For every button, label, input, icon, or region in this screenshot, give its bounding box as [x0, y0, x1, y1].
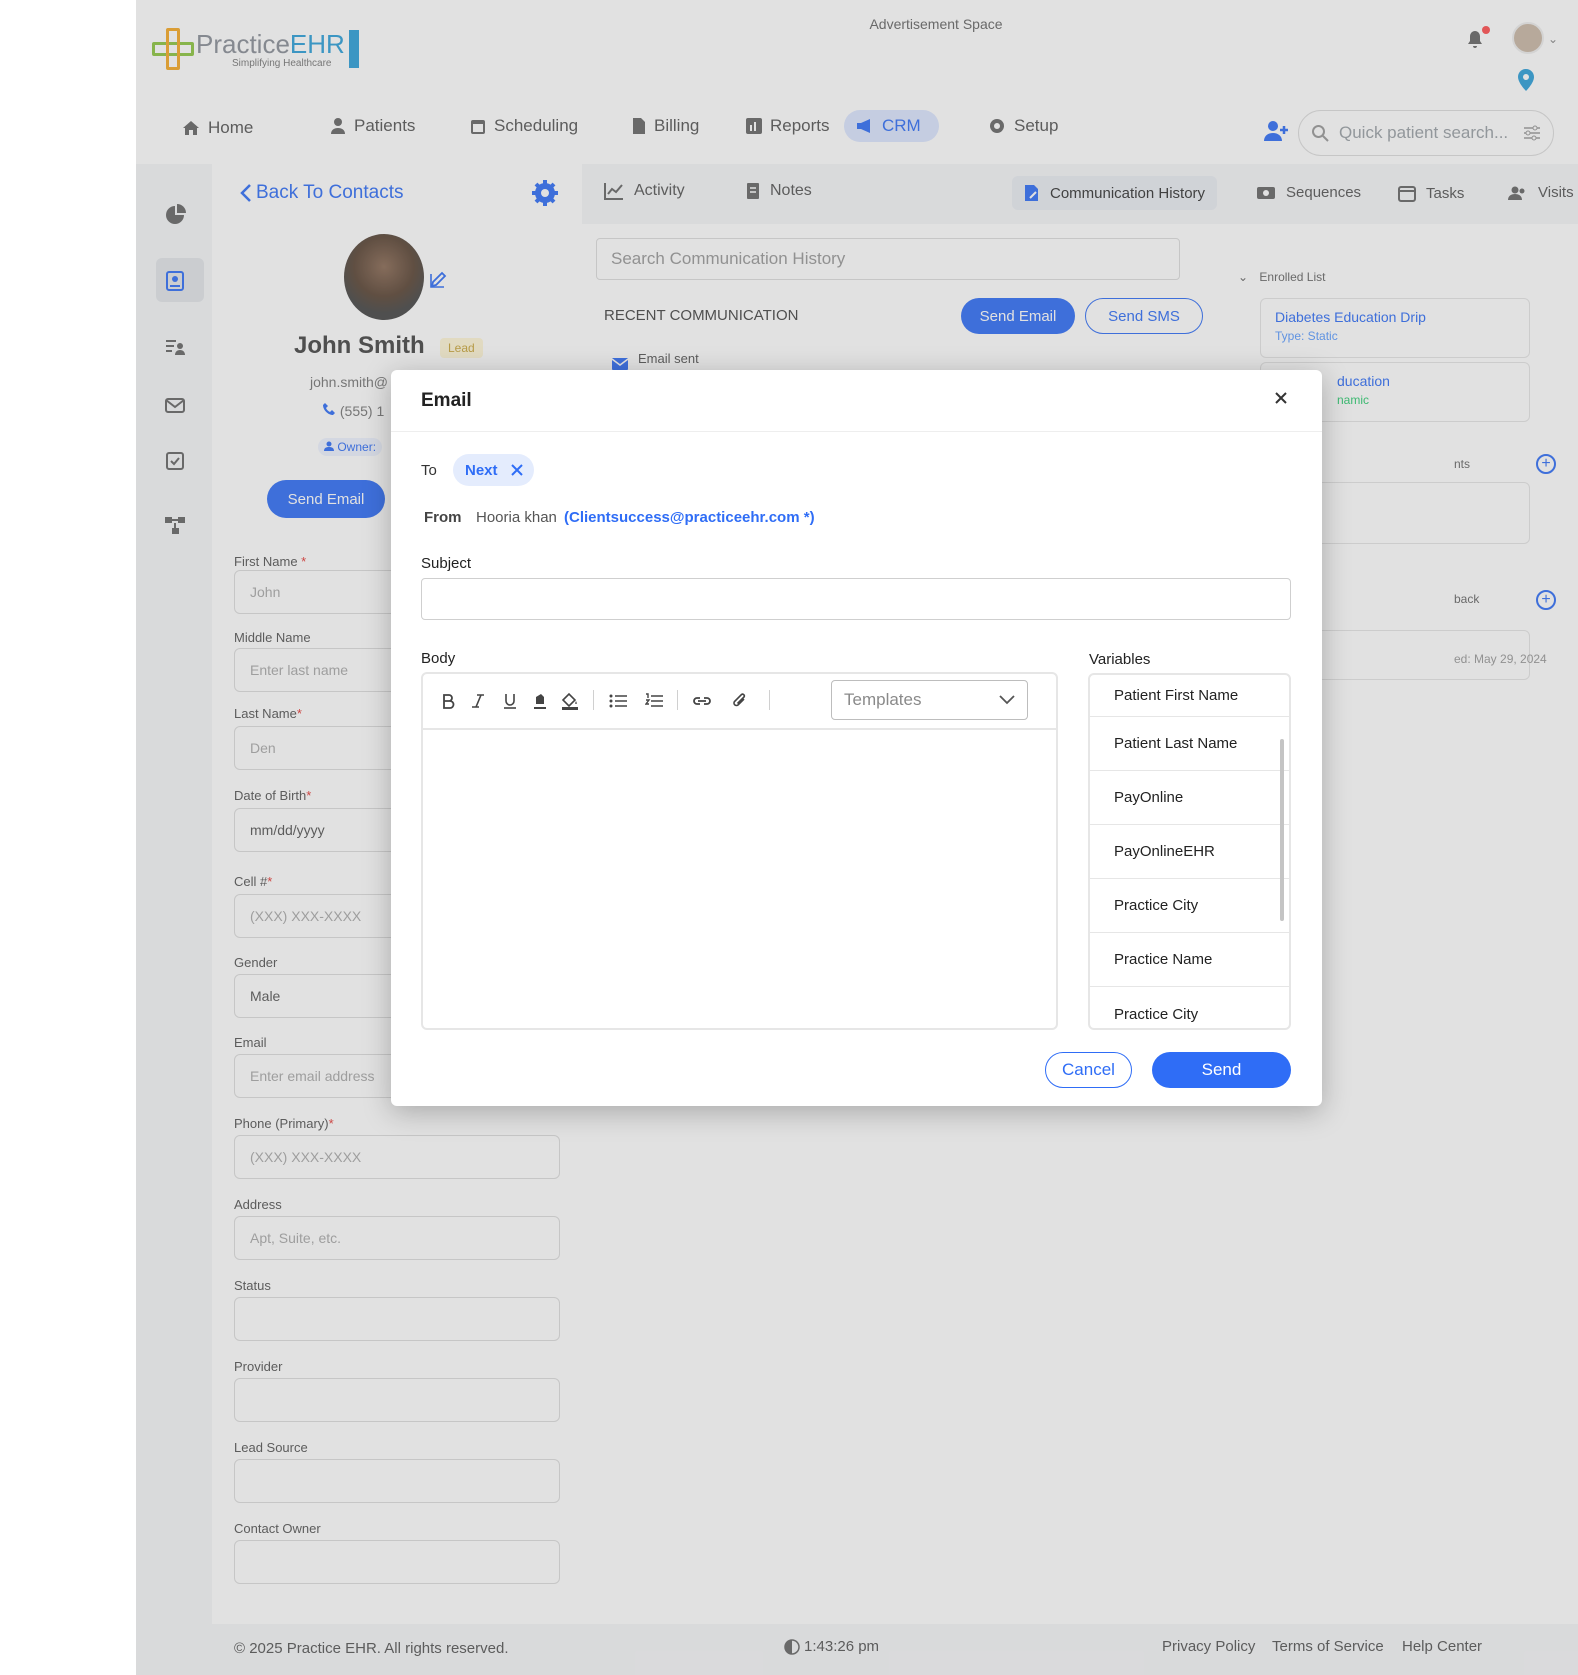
body-label: Body	[421, 650, 456, 667]
to-label: To	[421, 462, 437, 479]
body-editor: Templates	[421, 672, 1058, 1030]
close-icon[interactable]	[1271, 388, 1291, 408]
variable-item[interactable]: Practice City	[1090, 879, 1289, 933]
from-email: (Clientsuccess@practiceehr.com *)	[564, 509, 815, 526]
variable-item[interactable]: Patient First Name	[1090, 675, 1289, 717]
toolbar-divider	[677, 690, 678, 710]
variables-scrollbar[interactable]	[1280, 739, 1284, 921]
variable-item[interactable]: Practice City	[1090, 987, 1289, 1028]
italic-icon[interactable]	[467, 690, 489, 712]
variable-item[interactable]: PayOnlineEHR	[1090, 825, 1289, 879]
variables-label: Variables	[1089, 651, 1151, 668]
editor-toolbar: Templates	[423, 674, 1056, 730]
variable-item[interactable]: PayOnline	[1090, 771, 1289, 825]
bold-icon[interactable]	[437, 690, 459, 712]
from-label: From	[424, 509, 462, 526]
remove-recipient-icon[interactable]	[510, 463, 524, 477]
recipient-chip-label: Next	[465, 461, 498, 479]
variable-item[interactable]: Practice Name	[1090, 933, 1289, 987]
modal-header: Email	[391, 370, 1322, 432]
email-modal: Email To Next From Hooria khan (Clientsu…	[391, 370, 1322, 1106]
toolbar-divider	[593, 690, 594, 710]
variables-list: Patient First Name Patient Last Name Pay…	[1088, 673, 1291, 1030]
numbered-list-icon[interactable]	[643, 690, 665, 712]
from-name: Hooria khan	[476, 509, 557, 526]
text-color-icon[interactable]	[529, 690, 551, 712]
modal-title: Email	[421, 390, 472, 411]
bullet-list-icon[interactable]	[607, 690, 629, 712]
templates-placeholder: Templates	[844, 690, 922, 709]
chevron-down-icon	[999, 695, 1015, 705]
send-button[interactable]: Send	[1152, 1052, 1291, 1088]
subject-input[interactable]	[421, 578, 1291, 620]
body-text-area[interactable]	[423, 732, 1056, 1028]
attachment-icon[interactable]	[729, 690, 751, 712]
recipient-chip[interactable]: Next	[453, 454, 534, 486]
templates-select[interactable]: Templates	[831, 680, 1028, 720]
link-icon[interactable]	[691, 690, 713, 712]
toolbar-divider	[769, 690, 770, 710]
underline-icon[interactable]	[499, 690, 521, 712]
subject-label: Subject	[421, 555, 472, 572]
cancel-button[interactable]: Cancel	[1045, 1052, 1132, 1088]
fill-color-icon[interactable]	[559, 690, 581, 712]
variable-item[interactable]: Patient Last Name	[1090, 717, 1289, 771]
